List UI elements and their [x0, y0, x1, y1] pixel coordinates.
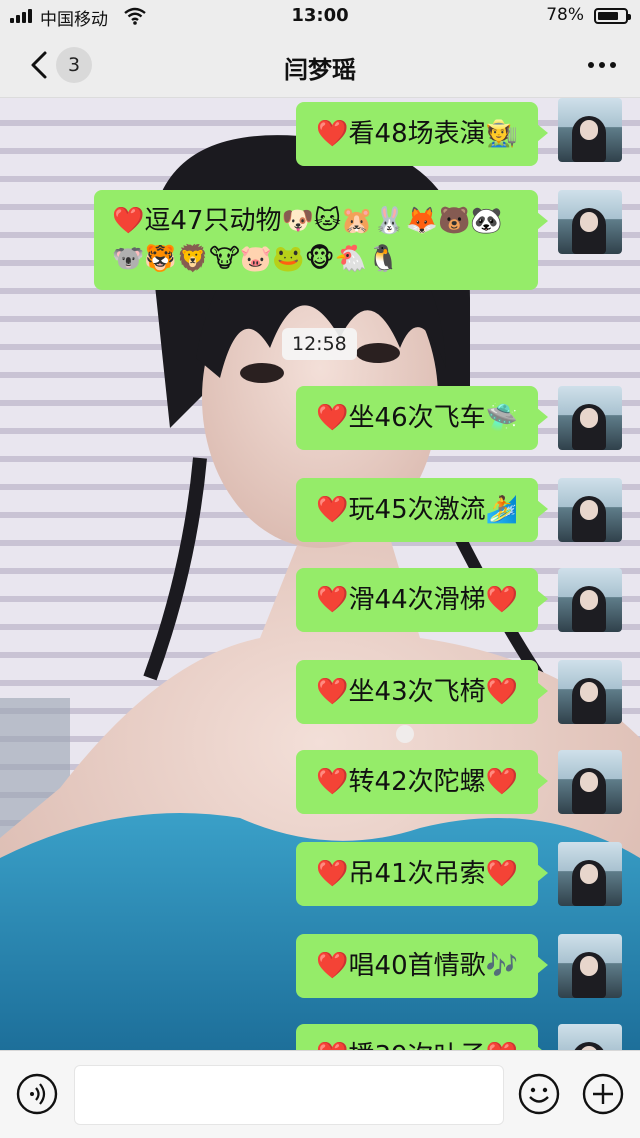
message-input[interactable]	[74, 1065, 504, 1125]
message-bubble[interactable]: ❤️吊41次吊索❤️	[296, 842, 548, 906]
battery-percent: 78%	[546, 5, 584, 25]
input-bar	[0, 1050, 640, 1138]
avatar[interactable]	[558, 750, 622, 814]
avatar[interactable]	[558, 98, 622, 162]
status-bar: 中国移动 13:00 78%	[0, 0, 640, 32]
message-bubble[interactable]: ❤️转42次陀螺❤️	[296, 750, 548, 814]
message-bubble[interactable]: ❤️坐46次飞车🛸	[296, 386, 548, 450]
message-bubble[interactable]: ❤️滑44次滑梯❤️	[296, 568, 548, 632]
message-bubble[interactable]: ❤️玩45次激流🏄	[296, 478, 548, 542]
battery-fill	[598, 12, 619, 20]
voice-icon[interactable]	[16, 1073, 58, 1115]
message-bubble[interactable]: ❤️唱40首情歌🎶	[296, 934, 548, 998]
plus-icon[interactable]	[582, 1073, 624, 1115]
avatar[interactable]	[558, 842, 622, 906]
chat-title: 闫梦瑶	[284, 56, 356, 84]
avatar[interactable]	[558, 478, 622, 542]
message-bubble[interactable]: ❤️播39次叶子❤️	[296, 1024, 548, 1050]
chat-header: 3 闫梦瑶	[0, 32, 640, 98]
chat-area[interactable]: 12:58 ❤️看48场表演🧑‍🌾 ❤️逗47只动物🐶🐱🐹🐰🦊🐻🐼🐨🐯🦁🐮🐷🐸🐵…	[0, 98, 640, 1050]
avatar[interactable]	[558, 190, 622, 254]
message-bubble[interactable]: ❤️坐43次飞椅❤️	[296, 660, 548, 724]
avatar[interactable]	[558, 386, 622, 450]
status-time: 13:00	[291, 5, 349, 26]
avatar[interactable]	[558, 568, 622, 632]
avatar[interactable]	[558, 660, 622, 724]
message-bubble[interactable]: ❤️逗47只动物🐶🐱🐹🐰🦊🐻🐼🐨🐯🦁🐮🐷🐸🐵🐔🐧	[94, 190, 548, 290]
more-dots-icon[interactable]	[588, 62, 616, 68]
message-timestamp: 12:58	[282, 328, 357, 360]
avatar[interactable]	[558, 934, 622, 998]
emoji-icon[interactable]	[518, 1073, 560, 1115]
avatar[interactable]	[558, 1024, 622, 1050]
message-bubble[interactable]: ❤️看48场表演🧑‍🌾	[296, 102, 548, 166]
battery-icon	[594, 8, 631, 24]
